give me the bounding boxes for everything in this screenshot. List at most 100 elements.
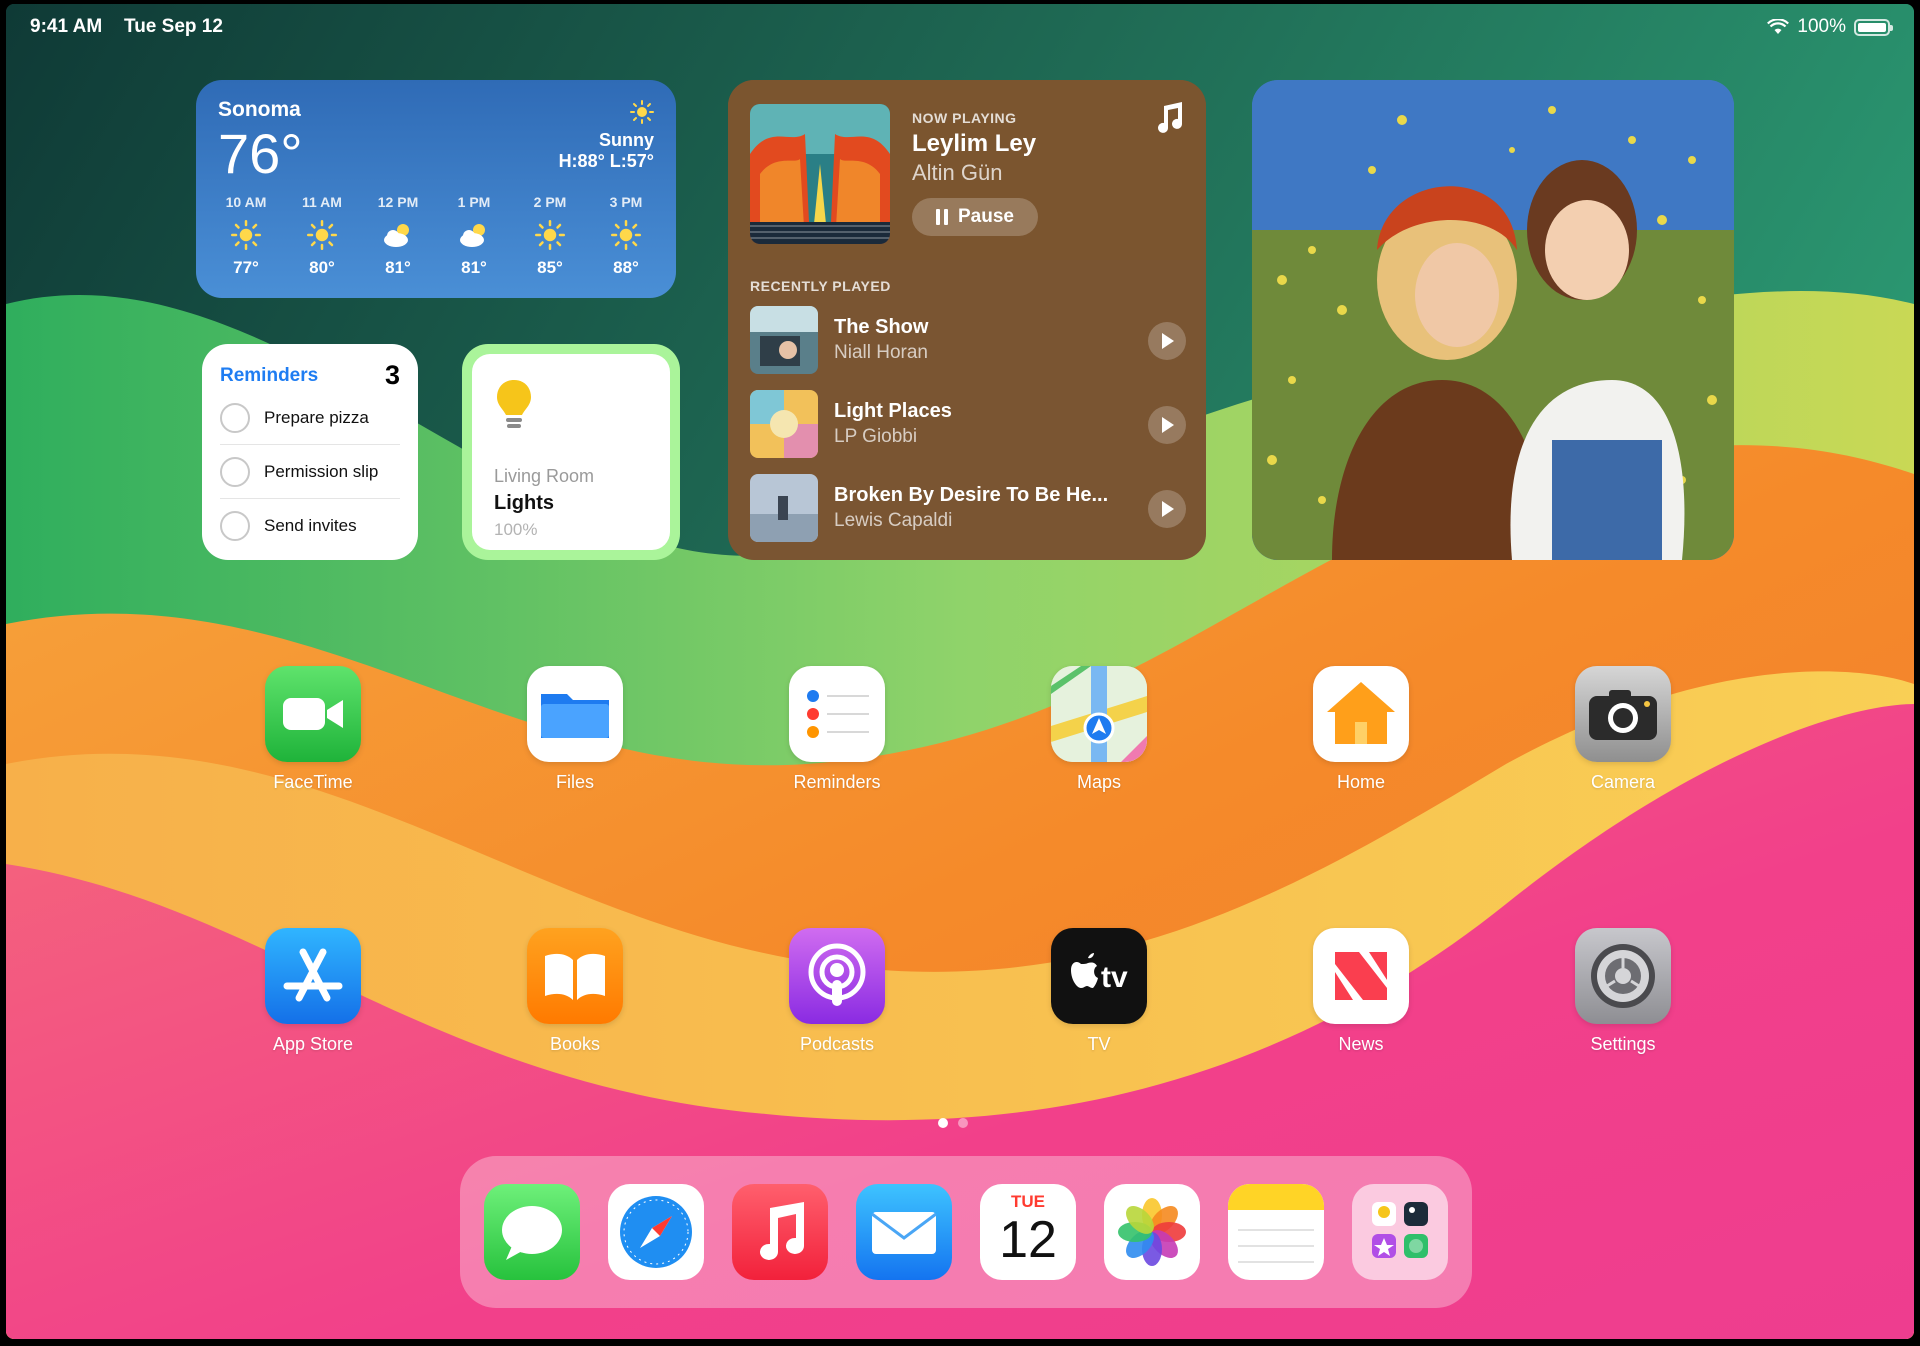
app-tv[interactable]: tv TV [1034,928,1164,1055]
reminder-checkbox[interactable] [220,456,250,487]
calendar-date: 12 [999,1211,1057,1269]
app-files[interactable]: Files [510,666,640,793]
track-title: Broken By Desire To Be He... [834,484,1109,506]
hour-temp: 85° [537,258,563,277]
play-icon [1162,333,1174,349]
calendar-icon[interactable]: TUE 12 [980,1184,1076,1280]
app-camera[interactable]: Camera [1558,666,1688,793]
music-note-icon [1158,102,1182,133]
track-art [750,306,818,374]
music-icon[interactable] [732,1184,828,1280]
app-label: Maps [1076,772,1121,792]
play-icon [1162,501,1174,517]
app-news[interactable]: News [1296,928,1426,1055]
messages-icon[interactable] [484,1184,580,1280]
now-playing[interactable]: NOW PLAYING Leylim Ley Altin Gün Pause [728,80,1206,260]
hour-temp: 80° [309,258,335,277]
track-artist: Lewis Capaldi [834,510,953,531]
reminders-count: 3 [384,360,400,390]
weather-widget[interactable]: Sonoma 76° Sunny H:88° L:57° 10 AM 77° 11 … [196,80,676,298]
app-maps[interactable]: Maps [1034,666,1164,793]
books-icon [527,928,623,1024]
app-books[interactable]: Books [510,928,640,1055]
app-label: News [1338,1034,1384,1054]
play-icon [1162,417,1174,433]
track-title: Light Places [834,400,952,422]
camera-icon [1575,666,1671,762]
partly-cloudy-icon [438,218,510,252]
sun-icon [590,218,662,252]
hourly-forecast: 11 AM 80° [286,194,358,278]
reminder-item[interactable]: Prepare pizza [220,391,400,445]
track-art [750,390,818,458]
reminder-item[interactable]: Send invites [220,499,400,553]
home-room-name: Living Room [494,466,595,486]
hour-time: 12 PM [377,194,419,210]
facetime-icon [265,666,361,762]
folder-icon[interactable] [1352,1184,1448,1280]
home-accessory-widget[interactable]: Living Room Lights 100% [462,344,680,560]
status-right: 100% [1767,16,1893,38]
tv-wordmark: tv [1101,961,1128,994]
reminder-item[interactable]: Permission slip [220,445,400,499]
wifi-icon [1767,19,1790,34]
music-widget[interactable]: NOW PLAYING Leylim Ley Altin Gün Pause R… [728,80,1206,560]
reminder-text: Send invites [264,516,357,535]
reminder-checkbox[interactable] [220,511,250,541]
notes-icon[interactable] [1228,1184,1324,1280]
calendar-day: TUE [1011,1192,1045,1211]
page-dot[interactable] [938,1118,948,1128]
dock: TUE 12 [460,1156,1472,1308]
status-bar: 9:41 AM Tue Sep 12 100% [6,4,1914,48]
battery-icon [1854,18,1893,36]
app-label: Podcasts [799,1034,875,1054]
app-reminders[interactable]: Reminders [772,666,902,793]
play-button[interactable] [1148,406,1186,444]
page-indicator[interactable] [938,1118,968,1128]
reminders-title: Reminders [220,364,319,386]
app-app-store[interactable]: App Store [248,928,378,1055]
weather-hilo: H:88° L:57° [558,151,654,171]
reminders-widget[interactable]: Reminders 3 Prepare pizza Permission sli… [202,344,418,560]
app-label: App Store [272,1034,354,1054]
mail-icon[interactable] [856,1184,952,1280]
app-settings[interactable]: Settings [1558,928,1688,1055]
play-button[interactable] [1148,490,1186,528]
track-title: The Show [834,316,929,338]
safari-icon[interactable] [608,1184,704,1280]
weather-summary: Sunny H:88° L:57° [559,100,654,172]
app-label: Books [549,1034,601,1054]
album-art [750,104,890,244]
reminder-text: Prepare pizza [264,407,369,427]
battery-percent: 100% [1797,16,1846,37]
app-podcasts[interactable]: Podcasts [772,928,902,1055]
reminder-text: Permission slip [264,461,379,481]
recent-track[interactable]: Broken By Desire To Be He... Lewis Capal… [750,474,1186,546]
hourly-forecast: 12 PM 81° [362,194,434,278]
reminder-checkbox[interactable] [220,402,250,433]
app-label: FaceTime [273,772,353,792]
track-artist: LP Giobbi [834,426,918,447]
hour-time: 2 PM [533,194,567,210]
app-home[interactable]: Home [1296,666,1426,793]
play-button[interactable] [1148,322,1186,360]
status-date: Tue Sep 12 [124,16,223,37]
gear-icon [1575,928,1671,1024]
hour-time: 3 PM [609,194,643,210]
app-label: Home [1336,772,1385,792]
app-facetime[interactable]: FaceTime [248,666,378,793]
home-device-name: Lights [494,492,554,514]
photos-icon[interactable] [1104,1184,1200,1280]
folder-icon [527,666,623,762]
recent-track[interactable]: Light Places LP Giobbi [750,390,1186,462]
sun-icon [286,218,358,252]
hourly-forecast: 2 PM 85° [514,194,586,278]
photos-widget[interactable] [1252,80,1734,560]
sun-icon [514,218,586,252]
hourly-forecast: 10 AM 77° [210,194,282,278]
maps-icon [1051,666,1147,762]
home-accessory-tile[interactable]: Living Room Lights 100% [472,354,670,550]
recent-track[interactable]: The Show Niall Horan [750,306,1186,378]
pause-button[interactable]: Pause [912,198,1038,236]
page-dot[interactable] [958,1118,968,1128]
